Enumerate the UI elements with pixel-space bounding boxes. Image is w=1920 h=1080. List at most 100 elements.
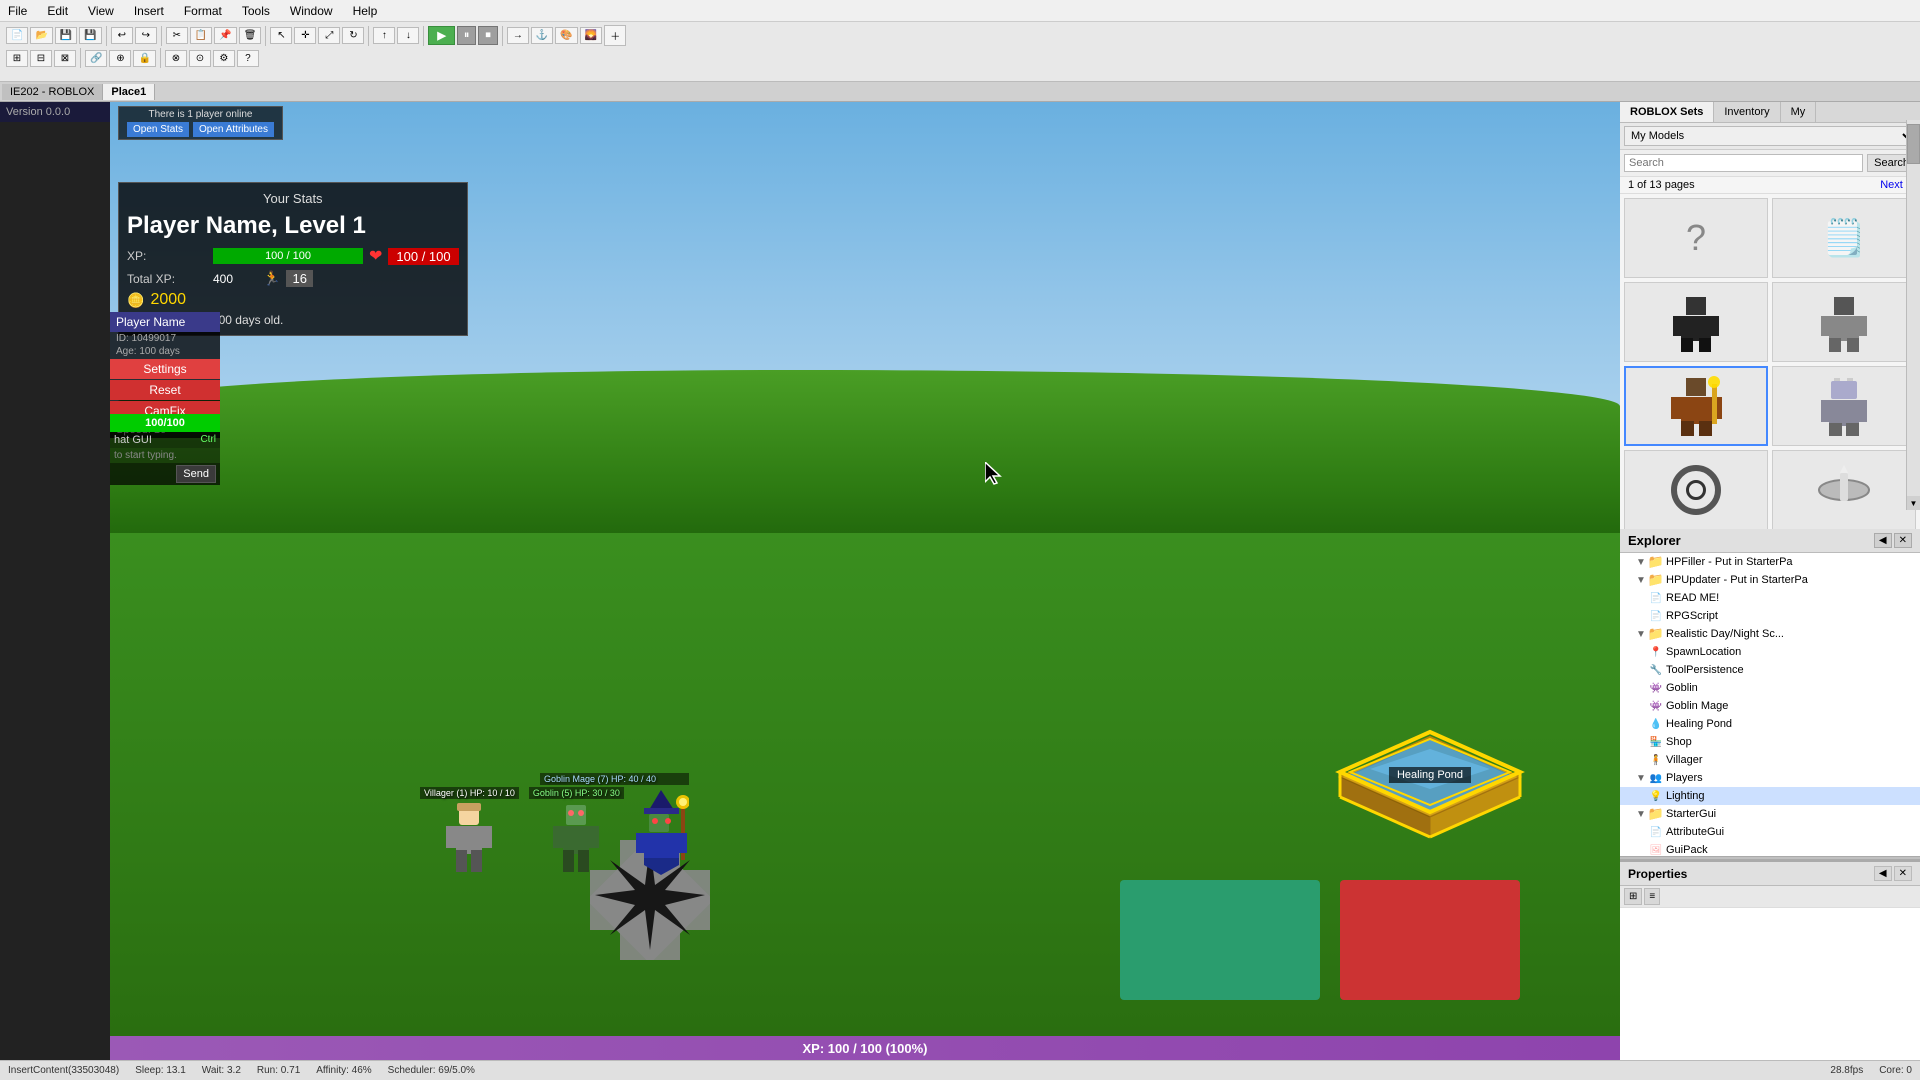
tab-my[interactable]: My xyxy=(1781,102,1817,122)
ti-expand-6 xyxy=(1636,665,1648,676)
explorer-pin-btn[interactable]: ◀ xyxy=(1874,533,1892,548)
model-item-5[interactable] xyxy=(1624,366,1768,446)
tree-daynight[interactable]: ▼ 📁 Realistic Day/Night Sc... xyxy=(1620,625,1920,643)
tree-guipack[interactable]: 🖼 GuiPack xyxy=(1620,841,1920,856)
model-item-7[interactable] xyxy=(1624,450,1768,529)
pause-button[interactable]: ⏸ xyxy=(457,26,477,45)
ti-expand-0[interactable]: ▼ xyxy=(1636,557,1648,568)
scroll-thumb[interactable] xyxy=(1907,124,1920,164)
tree-spawnloc[interactable]: 📍 SpawnLocation xyxy=(1620,643,1920,661)
tree-shop[interactable]: 🏪 Shop xyxy=(1620,733,1920,751)
tree-goblin[interactable]: 👾 Goblin xyxy=(1620,679,1920,697)
toolbar-paint[interactable]: 🎨 xyxy=(555,27,577,44)
send-button[interactable]: Send xyxy=(176,465,216,483)
ti-expand-14[interactable]: ▼ xyxy=(1636,809,1648,820)
ti-expand-4[interactable]: ▼ xyxy=(1636,629,1648,640)
model-item-8[interactable] xyxy=(1772,450,1916,529)
tab-ie202[interactable]: IE202 - ROBLOX xyxy=(2,84,103,100)
toolbar-joint[interactable]: 🔗 xyxy=(85,50,107,67)
menu-view[interactable]: View xyxy=(84,4,118,18)
tree-toolpersistence[interactable]: 🔧 ToolPersistence xyxy=(1620,661,1920,679)
toolbar-select[interactable]: ↖ xyxy=(270,27,292,44)
toolbar-move[interactable]: ✛ xyxy=(294,27,316,44)
roblox-tabs: ROBLOX Sets Inventory My xyxy=(1620,102,1920,123)
tree-lighting[interactable]: 💡 Lighting xyxy=(1620,787,1920,805)
toolbar-weld[interactable]: ⊗ xyxy=(165,50,187,67)
tree-villager[interactable]: 🧍 Villager xyxy=(1620,751,1920,769)
settings-button[interactable]: Settings xyxy=(110,359,220,379)
right-panel: ROBLOX Sets Inventory My My Models Searc… xyxy=(1620,102,1920,1060)
ti-label-startergui: StarterGui xyxy=(1666,808,1716,820)
hp-value: 100 / 100 xyxy=(388,248,458,265)
play-button[interactable]: ▶ xyxy=(428,26,454,45)
props-filter-btn[interactable]: ⊞ xyxy=(1624,888,1642,905)
tree-startergui[interactable]: ▼ 📁 StarterGui xyxy=(1620,805,1920,823)
menu-format[interactable]: Format xyxy=(180,4,226,18)
model-item-1[interactable]: ? xyxy=(1624,198,1768,278)
tab-roblox-sets[interactable]: ROBLOX Sets xyxy=(1620,102,1714,122)
props-pin-btn[interactable]: ◀ xyxy=(1874,866,1892,881)
scroll-down-btn[interactable]: ▼ xyxy=(1907,496,1920,510)
toolbar-rotate[interactable]: ↻ xyxy=(342,27,364,44)
tree-goblinmage[interactable]: 👾 Goblin Mage xyxy=(1620,697,1920,715)
toolbar-snap[interactable]: ⊞ xyxy=(6,50,28,67)
ti-label-goblinmage: Goblin Mage xyxy=(1666,700,1728,712)
toolbar-save[interactable]: 💾 xyxy=(55,27,77,44)
open-attributes-button[interactable]: Open Attributes xyxy=(193,122,274,137)
toolbar-cut[interactable]: ✂ xyxy=(166,27,188,44)
search-input[interactable] xyxy=(1624,154,1863,172)
menu-window[interactable]: Window xyxy=(286,4,337,18)
props-sort-btn[interactable]: ≡ xyxy=(1644,888,1660,905)
toolbar-delete[interactable]: 🗑 xyxy=(239,27,262,44)
toolbar-paste[interactable]: 📌 xyxy=(214,27,236,44)
tree-rpgscript[interactable]: 📄 RPGScript xyxy=(1620,607,1920,625)
reset-button[interactable]: Reset xyxy=(110,380,220,400)
toolbar-resize[interactable]: ⤢ xyxy=(318,27,340,44)
toolbar-new[interactable]: 📄 xyxy=(6,27,28,44)
ti-expand-1[interactable]: ▼ xyxy=(1636,575,1648,586)
menu-tools[interactable]: Tools xyxy=(238,4,274,18)
model-item-4[interactable] xyxy=(1772,282,1916,362)
open-stats-button[interactable]: Open Stats xyxy=(127,122,189,137)
tab-inventory[interactable]: Inventory xyxy=(1714,102,1780,122)
toolbar-open[interactable]: 📂 xyxy=(30,27,52,44)
toolbar-grid[interactable]: ⊟ xyxy=(30,50,52,67)
props-close-btn[interactable]: ✕ xyxy=(1894,866,1912,881)
ti-expand-12[interactable]: ▼ xyxy=(1636,773,1648,784)
tree-hpfiller[interactable]: ▼ 📁 HPFiller - Put in StarterPa xyxy=(1620,553,1920,571)
toolbar-undo[interactable]: ↩ xyxy=(111,27,133,44)
model-item-6[interactable] xyxy=(1772,366,1916,446)
toolbar-save-alt[interactable]: 💾 xyxy=(79,27,101,44)
menu-edit[interactable]: Edit xyxy=(43,4,72,18)
tree-players[interactable]: ▼ 👥 Players xyxy=(1620,769,1920,787)
tree-readme[interactable]: 📄 READ ME! xyxy=(1620,589,1920,607)
model-item-3[interactable] xyxy=(1624,282,1768,362)
toolbar-align[interactable]: ⊠ xyxy=(54,50,76,67)
game-viewport[interactable]: Healing Pond Goblin Mage (7) HP: 40 / 40… xyxy=(110,102,1620,1060)
models-scrollbar[interactable]: ▼ xyxy=(1906,120,1920,510)
toolbar-terrain[interactable]: 🌄 xyxy=(580,27,602,44)
toolbar-smooth[interactable]: ⊙ xyxy=(189,50,211,67)
explorer-close-btn[interactable]: ✕ xyxy=(1894,533,1912,548)
toolbar-help2[interactable]: ? xyxy=(237,50,259,67)
toolbar-anchor[interactable]: ⚓ xyxy=(531,27,553,44)
toolbar-up[interactable]: ↑ xyxy=(373,27,395,44)
tree-attributegui[interactable]: 📄 AttributeGui xyxy=(1620,823,1920,841)
tree-hpupdater[interactable]: ▼ 📁 HPUpdater - Put in StarterPa xyxy=(1620,571,1920,589)
tab-place1[interactable]: Place1 xyxy=(103,84,155,100)
my-models-select[interactable]: My Models xyxy=(1624,126,1916,146)
toolbar-plugin[interactable]: ⚙ xyxy=(213,50,235,67)
model-item-2[interactable]: 🗒️ xyxy=(1772,198,1916,278)
toolbar-lock[interactable]: 🔒 xyxy=(133,50,155,67)
stop-button[interactable]: ⏹ xyxy=(478,26,498,45)
toolbar-down[interactable]: ↓ xyxy=(397,27,419,44)
menu-help[interactable]: Help xyxy=(349,4,382,18)
menu-file[interactable]: File xyxy=(4,4,31,18)
toolbar-group[interactable]: ⊕ xyxy=(109,50,131,67)
menu-insert[interactable]: Insert xyxy=(130,4,168,18)
toolbar-insert-part[interactable]: ＋ xyxy=(604,25,626,46)
tree-healingpond[interactable]: 💧 Healing Pond xyxy=(1620,715,1920,733)
toolbar-copy[interactable]: 📋 xyxy=(190,27,212,44)
toolbar-move-tool[interactable]: → xyxy=(507,27,529,44)
toolbar-redo[interactable]: ↪ xyxy=(135,27,157,44)
